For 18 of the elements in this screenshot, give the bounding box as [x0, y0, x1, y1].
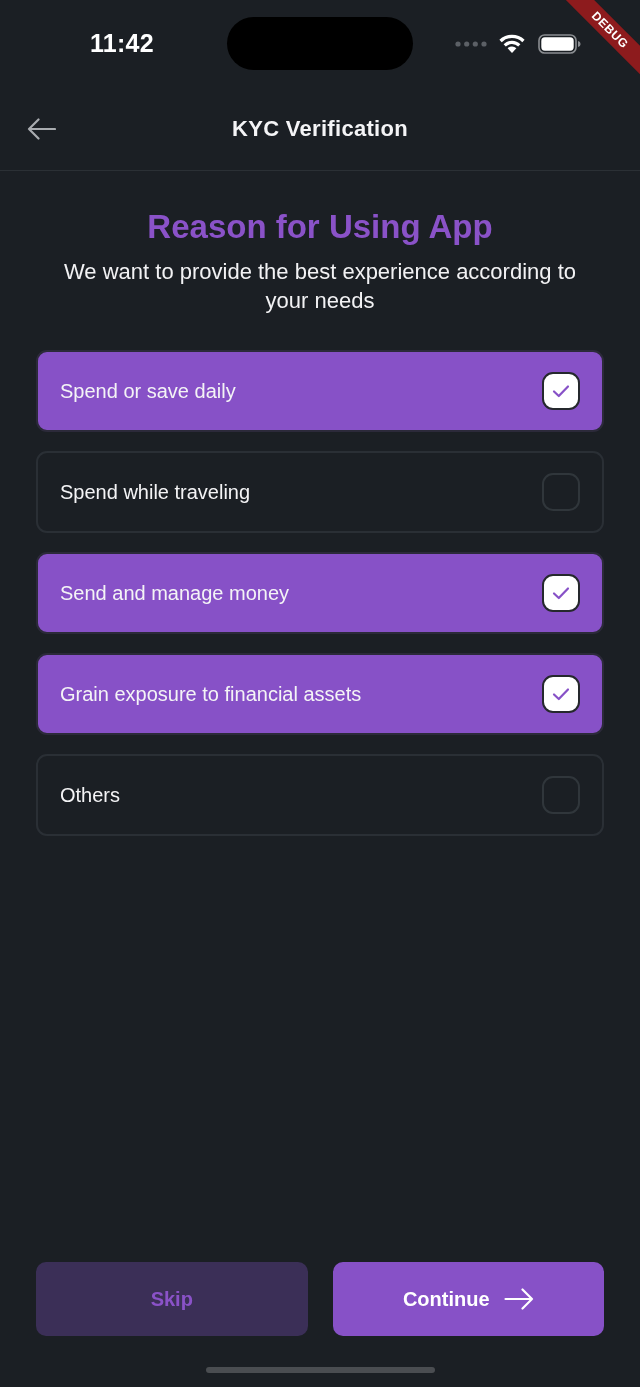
- checkbox-icon[interactable]: [542, 372, 580, 410]
- status-time: 11:42: [89, 29, 154, 57]
- option-card[interactable]: Send and manage money: [36, 552, 604, 634]
- checkbox-icon[interactable]: [542, 574, 580, 612]
- back-arrow-icon[interactable]: [27, 118, 56, 140]
- signal-icon: [455, 40, 487, 47]
- page-heading: Reason for Using App: [146, 209, 494, 245]
- arrow-right-icon: [503, 1288, 534, 1310]
- option-card[interactable]: Others: [36, 754, 604, 836]
- page-subtitle: We want to provide the best experience according to your needs: [63, 258, 577, 315]
- option-card[interactable]: Grain exposure to financial assets: [36, 653, 604, 735]
- option-card[interactable]: Spend while traveling: [36, 451, 604, 533]
- wifi-icon: [498, 32, 526, 53]
- battery-icon: [538, 33, 581, 54]
- continue-button[interactable]: Continue: [332, 1262, 604, 1336]
- option-card[interactable]: Spend or save daily: [36, 350, 604, 432]
- checkbox-icon[interactable]: [542, 675, 580, 713]
- screen-title: KYC Verification: [232, 116, 408, 142]
